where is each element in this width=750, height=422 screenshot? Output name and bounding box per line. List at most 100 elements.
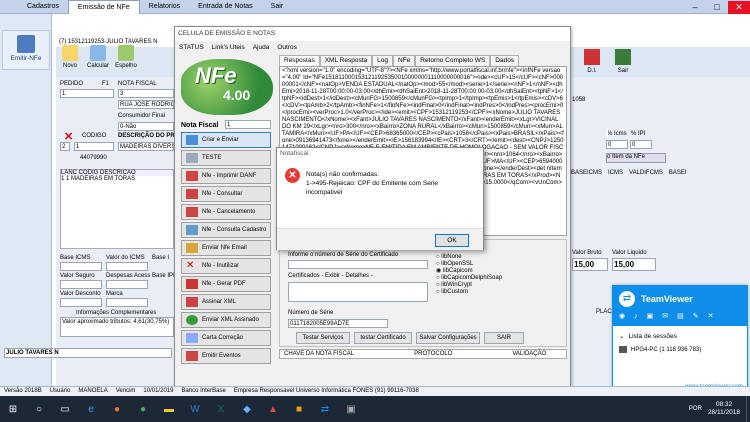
salvar-config-button[interactable]: Salvar Configurações xyxy=(416,332,480,344)
app-icon-4[interactable]: ▣ xyxy=(340,398,362,420)
teste-button[interactable]: TESTE xyxy=(181,150,271,166)
ipi-pct-field[interactable]: 0 xyxy=(630,140,652,149)
espelho-button[interactable]: Espelho xyxy=(112,42,140,82)
imprimir-danf-button[interactable]: Nfe - Imprimir DANF xyxy=(181,168,271,184)
address-field[interactable]: RUA JOSE RODRIGU xyxy=(118,100,174,109)
emitir-nfe-button[interactable]: Emitir-NFe xyxy=(2,30,50,70)
valor-liquido-field[interactable]: 15,00 xyxy=(612,258,656,271)
radio-libopenssl[interactable]: ○ libOpenSSL xyxy=(436,261,502,268)
language-indicator[interactable]: POR xyxy=(689,406,702,412)
session-item[interactable]: HPG4-PC (1 118 936 783) xyxy=(613,342,747,357)
novo-button[interactable]: Novo xyxy=(56,42,84,82)
nfe-menu-outros[interactable]: Outros xyxy=(273,44,301,51)
sair-config-button[interactable]: SAIR xyxy=(484,332,524,344)
emitir-eventos-button[interactable]: Emitir Eventos xyxy=(181,348,271,364)
video-icon[interactable]: ▣ xyxy=(647,312,654,320)
pedido-field[interactable]: 1 xyxy=(60,89,114,98)
menu-sair[interactable]: Sair xyxy=(262,0,292,14)
valor-seguro-field[interactable] xyxy=(60,280,102,289)
session-list-header[interactable]: ⌄ Lista de sessões xyxy=(613,326,747,342)
search-icon[interactable]: ○ xyxy=(28,398,50,420)
radio-libwincrypt[interactable]: ○ libWinCrypt xyxy=(436,282,502,289)
tab-dados[interactable]: Dados xyxy=(490,55,520,66)
word-icon[interactable]: W xyxy=(184,398,206,420)
edge-icon[interactable]: e xyxy=(80,398,102,420)
pen-icon[interactable]: ✎ xyxy=(693,312,699,320)
inutilizar-button[interactable]: ✕ Nfe - Inutilizar xyxy=(181,258,271,274)
app-icon-3[interactable]: ■ xyxy=(288,398,310,420)
firefox-icon[interactable]: ● xyxy=(106,398,128,420)
consulta-cadastro-button[interactable]: Nfe - Consulta Cadastro xyxy=(181,222,271,238)
tab-retorno-completo[interactable]: Retorno Completo WS xyxy=(415,55,491,66)
excel-icon[interactable]: X xyxy=(210,398,232,420)
item-number[interactable]: 2 xyxy=(60,142,70,151)
table-row[interactable]: 1 1 MADEIRAS EM TORAS xyxy=(61,176,173,182)
tab-respostas[interactable]: Respostas xyxy=(279,55,320,66)
close-icon[interactable]: ✕ xyxy=(728,0,750,14)
radio-libcapicom[interactable]: ◉ libCapicom xyxy=(436,268,502,275)
icms-pct-field[interactable]: 0 xyxy=(606,140,628,149)
nfe-menu-links[interactable]: Link's Uteis xyxy=(208,44,249,51)
start-icon[interactable]: ⊞ xyxy=(2,398,24,420)
radio-libcustom[interactable]: ○ libCustom xyxy=(436,289,502,296)
base-icms-field[interactable] xyxy=(60,262,102,271)
info-comp-field[interactable]: Valor aproximado tributos: 4,61(30,75%) xyxy=(60,317,174,337)
sair-button[interactable]: Sair xyxy=(608,47,638,77)
task-view-icon[interactable]: ▭ xyxy=(54,398,76,420)
menu-emissao-nfe[interactable]: Emissão de NFe xyxy=(67,0,140,14)
testar-certificado-button[interactable]: testar Certificado xyxy=(354,332,412,344)
despesas-field[interactable] xyxy=(106,280,148,289)
enviar-email-button[interactable]: Enviar Nfe Email xyxy=(181,240,271,256)
radio-libcapicomdelphisoap[interactable]: ○ libCapicomDelphiSoap xyxy=(436,275,502,282)
tab-nfe[interactable]: NFe xyxy=(392,55,416,66)
valor-bruto-field[interactable]: 15,00 xyxy=(572,258,608,271)
people-icon[interactable]: ◉ xyxy=(619,312,625,320)
cancelamento-button[interactable]: Nfe - Cancelamento xyxy=(181,204,271,220)
bottom-list-row[interactable]: JULIO TAVARES N xyxy=(4,348,172,358)
radio-libnone[interactable]: ○ libNone xyxy=(436,254,502,261)
calcular-button[interactable]: Calcular xyxy=(84,42,112,82)
tab-xml-resposta[interactable]: XML Resposta xyxy=(319,55,373,66)
nota-fiscal-select[interactable]: 1 xyxy=(225,120,271,129)
assinar-xml-button[interactable]: Assinar XML xyxy=(181,294,271,310)
valor-desconto-field[interactable] xyxy=(60,298,102,307)
marca-field[interactable] xyxy=(106,298,148,307)
app-icon-1[interactable]: ◆ xyxy=(236,398,258,420)
nfe-grid-header: CHAVE DA NOTA FISCAL PROTOCOLO VALIDAÇÃO xyxy=(279,349,567,359)
mic-icon[interactable]: ♪ xyxy=(634,313,638,320)
item-nfe-button[interactable]: o Item da NFe xyxy=(606,153,666,163)
valor-icms-field[interactable] xyxy=(106,262,148,271)
menu-entrada-notas[interactable]: Entrada de Notas xyxy=(189,0,261,14)
app-icon-2[interactable]: ▲ xyxy=(262,398,284,420)
testar-servicos-button[interactable]: Testar Serviços xyxy=(296,332,350,344)
criar-enviar-button[interactable]: Criar e Enviar xyxy=(181,132,271,148)
nfe-menu-status[interactable]: STATUS xyxy=(175,44,208,51)
explorer-icon[interactable]: ▬ xyxy=(158,398,180,420)
minimize-icon[interactable]: – xyxy=(684,1,706,14)
clock[interactable]: 08:32 28/11/2018 xyxy=(708,401,740,417)
consumidor-field[interactable]: 0-Não xyxy=(118,122,174,131)
chat-icon[interactable]: ✉ xyxy=(662,312,668,320)
nfe-menu-ajuda[interactable]: Ajuda xyxy=(249,44,274,51)
menu-cadastros[interactable]: Cadastros xyxy=(18,0,68,14)
ok-button[interactable]: OK xyxy=(435,234,469,247)
close-session-icon[interactable]: ✕ xyxy=(708,312,714,320)
consultar-button[interactable]: Nfe - Consultar xyxy=(181,186,271,202)
chrome-icon[interactable]: ● xyxy=(132,398,154,420)
item-code-field[interactable]: 1 xyxy=(74,142,114,151)
item-desc-field[interactable]: MADEIRAS DIVERSA xyxy=(118,142,174,151)
di-button[interactable]: D.I. xyxy=(577,47,607,77)
show-desktop[interactable] xyxy=(746,396,750,422)
maximize-icon[interactable]: □ xyxy=(706,1,728,14)
enviar-xml-assinado-button[interactable]: Enviar XML Assinado xyxy=(181,312,271,328)
carta-correcao-button[interactable]: Carta Correção xyxy=(181,330,271,346)
cert-field[interactable] xyxy=(288,260,428,269)
nf-field[interactable]: 3 xyxy=(118,89,174,98)
cert-list[interactable] xyxy=(288,282,428,302)
gerar-pdf-button[interactable]: Nfe - Gerar PDF xyxy=(181,276,271,292)
tab-log[interactable]: Log xyxy=(372,55,393,66)
menu-relatorios[interactable]: Relatorios xyxy=(140,0,190,14)
file-icon[interactable]: ▤ xyxy=(677,312,684,320)
serie-field[interactable]: 0117182005E99AD7E xyxy=(288,319,388,328)
teamviewer-taskbar-icon[interactable]: ⇄ xyxy=(314,398,336,420)
